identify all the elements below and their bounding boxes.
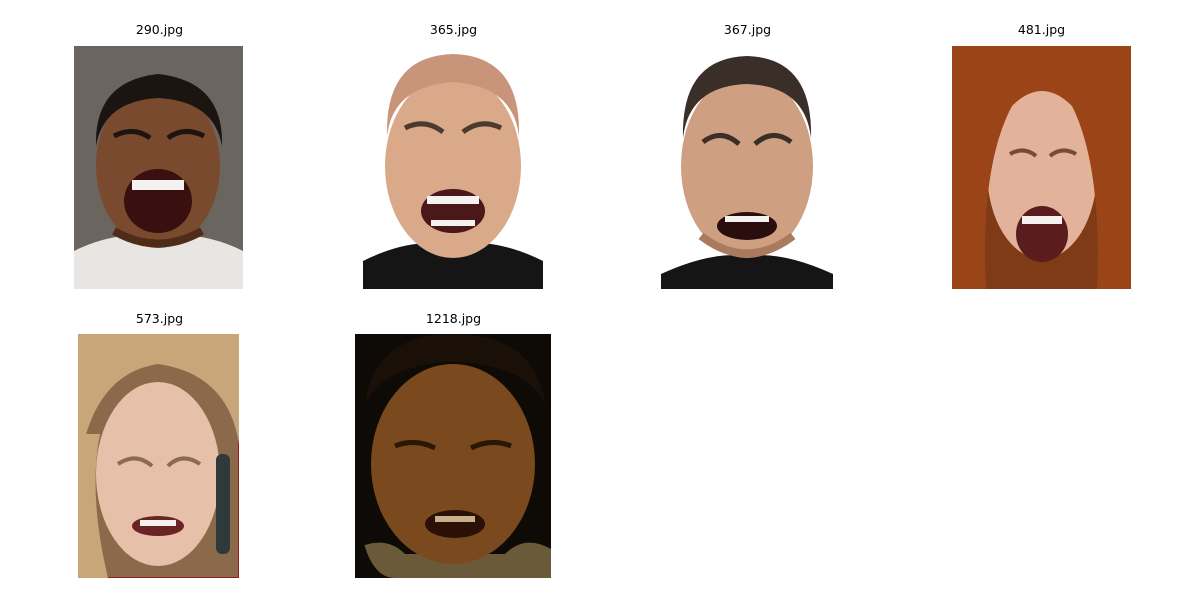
image-title: 290.jpg — [135, 22, 184, 37]
face-photo — [355, 334, 551, 578]
face-photo-drawing — [74, 46, 243, 289]
image-title: 573.jpg — [135, 311, 184, 326]
image-panel-1: 290.jpg — [12, 22, 307, 289]
image-panel-4: 481.jpg — [894, 22, 1189, 289]
face-photo — [661, 46, 833, 289]
face-photo — [78, 334, 239, 578]
image-title: 1218.jpg — [425, 311, 482, 326]
image-panel-5: 573.jpg — [12, 311, 307, 578]
image-panel-2: 365.jpg — [306, 22, 601, 289]
face-photo-drawing — [661, 46, 833, 289]
image-panel-3: 367.jpg — [600, 22, 895, 289]
image-title: 367.jpg — [723, 22, 772, 37]
image-title: 365.jpg — [429, 22, 478, 37]
image-panel-6: 1218.jpg — [306, 311, 601, 578]
face-photo-drawing — [363, 46, 543, 289]
face-photo-drawing — [952, 46, 1131, 289]
image-title: 481.jpg — [1017, 22, 1066, 37]
face-photo — [74, 46, 243, 289]
face-photo-drawing — [355, 334, 551, 578]
face-photo — [952, 46, 1131, 289]
face-photo-drawing — [78, 334, 239, 578]
face-photo — [363, 46, 543, 289]
